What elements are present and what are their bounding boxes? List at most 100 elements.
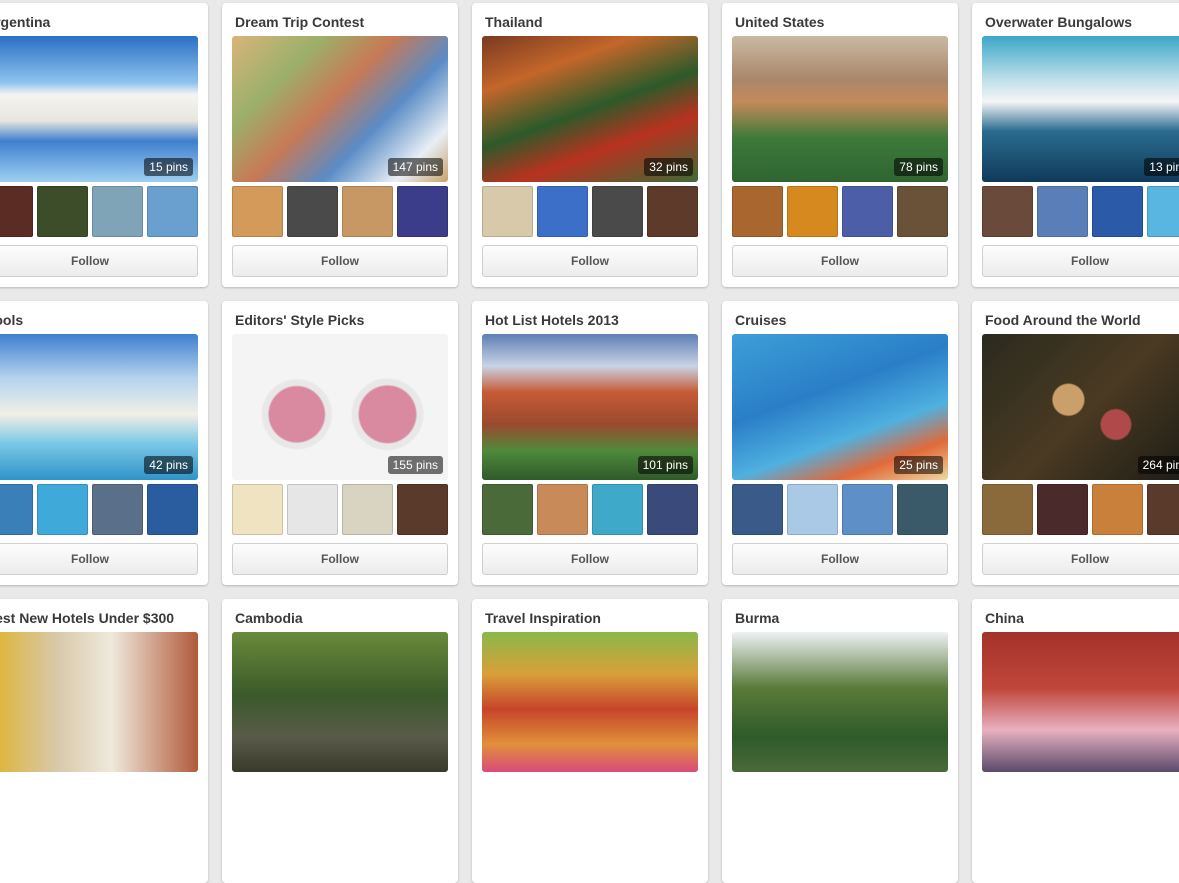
board-card[interactable]: Pools 42 pins Follow — [0, 301, 208, 585]
board-thumbnail[interactable] — [787, 484, 838, 535]
follow-button[interactable]: Follow — [982, 245, 1179, 277]
follow-button[interactable]: Follow — [0, 543, 198, 575]
board-thumbnail[interactable] — [842, 186, 893, 237]
board-thumbnail[interactable] — [482, 484, 533, 535]
board-title[interactable]: China — [985, 610, 1024, 626]
follow-button[interactable]: Follow — [732, 245, 948, 277]
board-card[interactable]: Food Around the World 264 pins Follow — [972, 301, 1179, 585]
board-thumbnail[interactable] — [92, 484, 143, 535]
board-cover-image[interactable]: 15 pins — [0, 36, 198, 182]
follow-button[interactable]: Follow — [232, 543, 448, 575]
board-thumbnail[interactable] — [397, 186, 448, 237]
board-card[interactable]: Cruises 25 pins Follow — [722, 301, 958, 585]
board-cover-image[interactable] — [732, 632, 948, 772]
board-card[interactable]: Editors' Style Picks 155 pins Follow — [222, 301, 458, 585]
board-cover-image[interactable]: 101 pins — [482, 334, 698, 480]
follow-button[interactable]: Follow — [482, 543, 698, 575]
board-thumbnails — [0, 186, 198, 237]
follow-button[interactable]: Follow — [232, 245, 448, 277]
board-thumbnail[interactable] — [147, 484, 198, 535]
board-title[interactable]: Dream Trip Contest — [235, 14, 364, 30]
board-card[interactable]: Best New Hotels Under $300 — [0, 599, 208, 883]
pin-count-badge: 15 pins — [144, 158, 193, 176]
board-thumbnail[interactable] — [842, 484, 893, 535]
board-title[interactable]: Editors' Style Picks — [235, 312, 364, 328]
board-thumbnail[interactable] — [537, 484, 588, 535]
board-thumbnail[interactable] — [647, 484, 698, 535]
board-cover-image[interactable] — [0, 632, 198, 772]
board-cover-image[interactable]: 264 pins — [982, 334, 1179, 480]
board-thumbnail[interactable] — [537, 186, 588, 237]
board-thumbnail[interactable] — [592, 186, 643, 237]
board-card[interactable]: Cambodia — [222, 599, 458, 883]
board-thumbnail[interactable] — [482, 186, 533, 237]
board-thumbnail[interactable] — [0, 186, 33, 237]
board-title[interactable]: Travel Inspiration — [485, 610, 601, 626]
board-thumbnail[interactable] — [647, 186, 698, 237]
board-title[interactable]: Food Around the World — [985, 312, 1141, 328]
board-cover-image[interactable]: 42 pins — [0, 334, 198, 480]
board-title[interactable]: Overwater Bungalows — [985, 14, 1132, 30]
pin-count-badge: 25 pins — [894, 456, 943, 474]
board-thumbnail[interactable] — [287, 186, 338, 237]
board-title[interactable]: Thailand — [485, 14, 543, 30]
board-cover-image[interactable]: 13 pins — [982, 36, 1179, 182]
board-thumbnail[interactable] — [232, 484, 283, 535]
board-thumbnail[interactable] — [342, 484, 393, 535]
board-title[interactable]: Burma — [735, 610, 779, 626]
board-thumbnail[interactable] — [397, 484, 448, 535]
board-title[interactable]: Cambodia — [235, 610, 303, 626]
board-card[interactable]: Burma — [722, 599, 958, 883]
board-thumbnail[interactable] — [1037, 186, 1088, 237]
board-thumbnail[interactable] — [37, 484, 88, 535]
board-thumbnail[interactable] — [732, 186, 783, 237]
board-card[interactable]: Argentina 15 pins Follow — [0, 3, 208, 287]
board-thumbnail[interactable] — [232, 186, 283, 237]
pin-count-badge: 264 pins — [1137, 456, 1179, 474]
board-thumbnail[interactable] — [982, 186, 1033, 237]
board-cover-image[interactable] — [232, 632, 448, 772]
board-thumbnail[interactable] — [1092, 484, 1143, 535]
follow-button[interactable]: Follow — [732, 543, 948, 575]
board-cover-image[interactable]: 147 pins — [232, 36, 448, 182]
board-thumbnail[interactable] — [787, 186, 838, 237]
board-thumbnail[interactable] — [147, 186, 198, 237]
board-card[interactable]: Overwater Bungalows 13 pins Follow — [972, 3, 1179, 287]
board-title[interactable]: Best New Hotels Under $300 — [0, 610, 174, 626]
board-title[interactable]: United States — [735, 14, 824, 30]
board-cover-image[interactable]: 155 pins — [232, 334, 448, 480]
board-thumbnail[interactable] — [982, 484, 1033, 535]
board-card[interactable]: Hot List Hotels 2013 101 pins Follow — [472, 301, 708, 585]
board-thumbnail[interactable] — [1037, 484, 1088, 535]
board-card[interactable]: China — [972, 599, 1179, 883]
board-cover-image[interactable] — [982, 632, 1179, 772]
follow-button[interactable]: Follow — [982, 543, 1179, 575]
board-thumbnail[interactable] — [732, 484, 783, 535]
board-thumbnail[interactable] — [897, 484, 948, 535]
board-card[interactable]: Travel Inspiration — [472, 599, 708, 883]
board-title[interactable]: Argentina — [0, 14, 50, 30]
board-card[interactable]: United States 78 pins Follow — [722, 3, 958, 287]
board-thumbnail[interactable] — [1147, 186, 1179, 237]
board-cover-image[interactable]: 32 pins — [482, 36, 698, 182]
board-thumbnail[interactable] — [592, 484, 643, 535]
follow-button[interactable]: Follow — [0, 245, 198, 277]
board-title[interactable]: Hot List Hotels 2013 — [485, 312, 619, 328]
board-cover-image[interactable]: 78 pins — [732, 36, 948, 182]
board-thumbnail[interactable] — [37, 186, 88, 237]
board-thumbnail[interactable] — [1147, 484, 1179, 535]
board-thumbnail[interactable] — [897, 186, 948, 237]
follow-button[interactable]: Follow — [482, 245, 698, 277]
board-thumbnail[interactable] — [342, 186, 393, 237]
board-thumbnail[interactable] — [0, 484, 33, 535]
board-title[interactable]: Cruises — [735, 312, 786, 328]
board-thumbnail[interactable] — [287, 484, 338, 535]
board-thumbnail[interactable] — [92, 186, 143, 237]
board-cover-image[interactable] — [482, 632, 698, 772]
board-card[interactable]: Thailand 32 pins Follow — [472, 3, 708, 287]
board-title[interactable]: Pools — [0, 312, 23, 328]
board-cover-image[interactable]: 25 pins — [732, 334, 948, 480]
board-card[interactable]: Dream Trip Contest 147 pins Follow — [222, 3, 458, 287]
board-thumbnail[interactable] — [1092, 186, 1143, 237]
pin-count-badge: 42 pins — [144, 456, 193, 474]
